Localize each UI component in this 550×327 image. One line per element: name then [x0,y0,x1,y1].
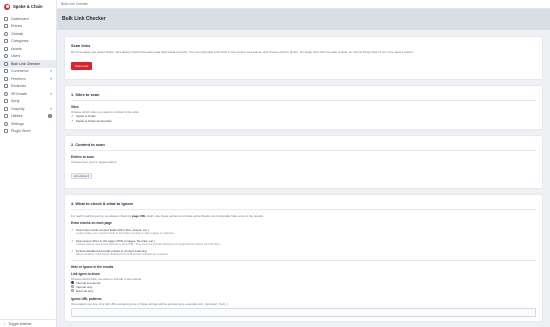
radio-selected-icon [71,281,74,284]
chevron-down-icon[interactable]: ▾ [50,107,52,111]
hide-ignore-label: Hide or ignore in the results [71,264,114,269]
sites-label: Sites [71,105,79,109]
chevron-down-icon[interactable]: ▾ [50,92,52,96]
what-intro: For each matching entry, we always check… [71,214,264,218]
graphify-icon [4,106,8,111]
sidebar-item-seomatic[interactable]: SEOmatic ▾ [0,90,56,98]
sidebar-item-globals[interactable]: Globals [0,30,56,38]
sidebar-item-freeform[interactable]: Freeform ▾ [0,75,56,83]
users-icon [4,54,8,59]
commerce-icon [4,69,8,74]
entries-label: Entries to scan [71,155,94,159]
ignore-patterns-textarea[interactable] [71,307,536,317]
sidebar-item-redirects[interactable]: Redirects [0,83,56,91]
chevron-down-icon[interactable]: ▾ [50,69,52,73]
radio-icon [71,285,74,288]
sidebar-item-bulk-link-checker[interactable]: Bulk Link Checker [0,60,56,68]
entries-hint: Choose from your in target entries. [71,160,118,164]
extra-option-1[interactable]: ✓ Scan links inside content fields (Rich … [71,228,536,236]
what-heading: 3. What to check & what to ignore [71,201,134,206]
freeform-icon [4,76,8,81]
brand-name: Spoke & Chain [13,4,43,9]
main-content: Scan links Run the pages you select belo… [64,36,543,327]
content-card: 2. Content to scan Entries to scan Choos… [64,135,543,189]
brand-logo-icon [4,3,10,10]
sidebar-item-dashboard[interactable]: Dashboard [0,15,56,23]
checkmark-icon: ✓ [71,249,74,253]
site-option-2[interactable]: ✓ Spoke & Chain Amsterdam [71,119,536,124]
topbar: Bulk Link Checker [57,0,550,9]
globals-icon [4,31,8,36]
page-header: Bulk Link Checker [57,9,550,30]
ignore-patterns-label: Ignore URL patterns [71,296,102,301]
page-title: Bulk Link Checker [62,16,106,22]
divider [71,100,536,101]
extra-option-3[interactable]: ✓ Include disabled and draft entries in c… [71,249,536,257]
utilities-badge: 1 [48,114,52,119]
checkmark-icon: ✓ [71,118,74,123]
entries-select[interactable]: All entries ▾ [71,173,92,179]
settings-icon [4,121,8,126]
plugin-store-icon [4,129,8,134]
link-type-external[interactable]: External only [71,289,536,293]
brand[interactable]: Spoke & Chain [0,0,56,13]
sidebar-item-users[interactable]: Users [0,53,56,61]
chevron-down-icon: ▾ [87,174,89,178]
what-card: 3. What to check & what to ignore For ea… [64,194,543,322]
entries-icon [4,24,8,29]
divider [71,150,536,151]
extra-option-2[interactable]: ✓ Scan asset URLs in the page HTML (image… [71,239,536,247]
toggle-sidebar-button[interactable]: ‹ Toggle sidebar [0,319,57,327]
sites-card: 1. Sites to scan Sites Choose which site… [64,85,543,130]
sidebar-item-entries[interactable]: Entries [0,23,56,31]
sidebar-nav: Dashboard Entries Globals Categories Ass… [0,15,56,135]
scan-now-button[interactable]: Scan now [71,62,93,70]
sidebar-item-sprig[interactable]: Sprig [0,98,56,106]
seomatic-icon [4,91,8,96]
link-icon [4,61,8,66]
chevron-left-icon: ‹ [4,321,6,326]
radio-icon [71,289,74,292]
checkmark-icon: ✓ [71,238,74,243]
extra-checks-label: Extra checks on each page [71,221,112,225]
dashboard-icon [4,16,8,21]
sites-heading: 1. Sites to scan [71,92,100,97]
checkmark-icon: ✓ [71,228,74,232]
link-types-label: Link types to show [71,271,100,276]
sidebar-item-graphify[interactable]: Graphify ▾ [0,105,56,113]
scan-links-card: Scan links Run the pages you select belo… [64,36,543,80]
toggle-sidebar-label: Toggle sidebar [8,321,32,326]
assets-icon [4,46,8,51]
sidebar-item-plugin-store[interactable]: Plugin Store [0,128,56,136]
content-heading: 2. Content to scan [71,142,105,147]
sidebar-item-commerce[interactable]: Commerce ▾ [0,68,56,76]
sidebar-item-settings[interactable]: Settings [0,120,56,128]
sprig-icon [4,99,8,104]
sidebar: Spoke & Chain Dashboard Entries Globals … [0,0,57,327]
scan-links-description: Run the pages you select below; we'll al… [71,50,414,54]
breadcrumb[interactable]: Bulk Link Checker [61,2,88,6]
ignore-patterns-hint: One pattern per line. Any link URL conta… [71,301,229,306]
divider [71,259,536,261]
chevron-down-icon[interactable]: ▾ [50,77,52,81]
redirects-icon [4,84,8,89]
categories-icon [4,39,8,44]
sidebar-item-utilities[interactable]: Utilities 1 [0,113,56,121]
utilities-icon [4,114,8,119]
scan-links-heading: Scan links [71,43,91,48]
divider [71,209,536,210]
sidebar-item-categories[interactable]: Categories [0,38,56,46]
sidebar-item-assets[interactable]: Assets [0,45,56,53]
